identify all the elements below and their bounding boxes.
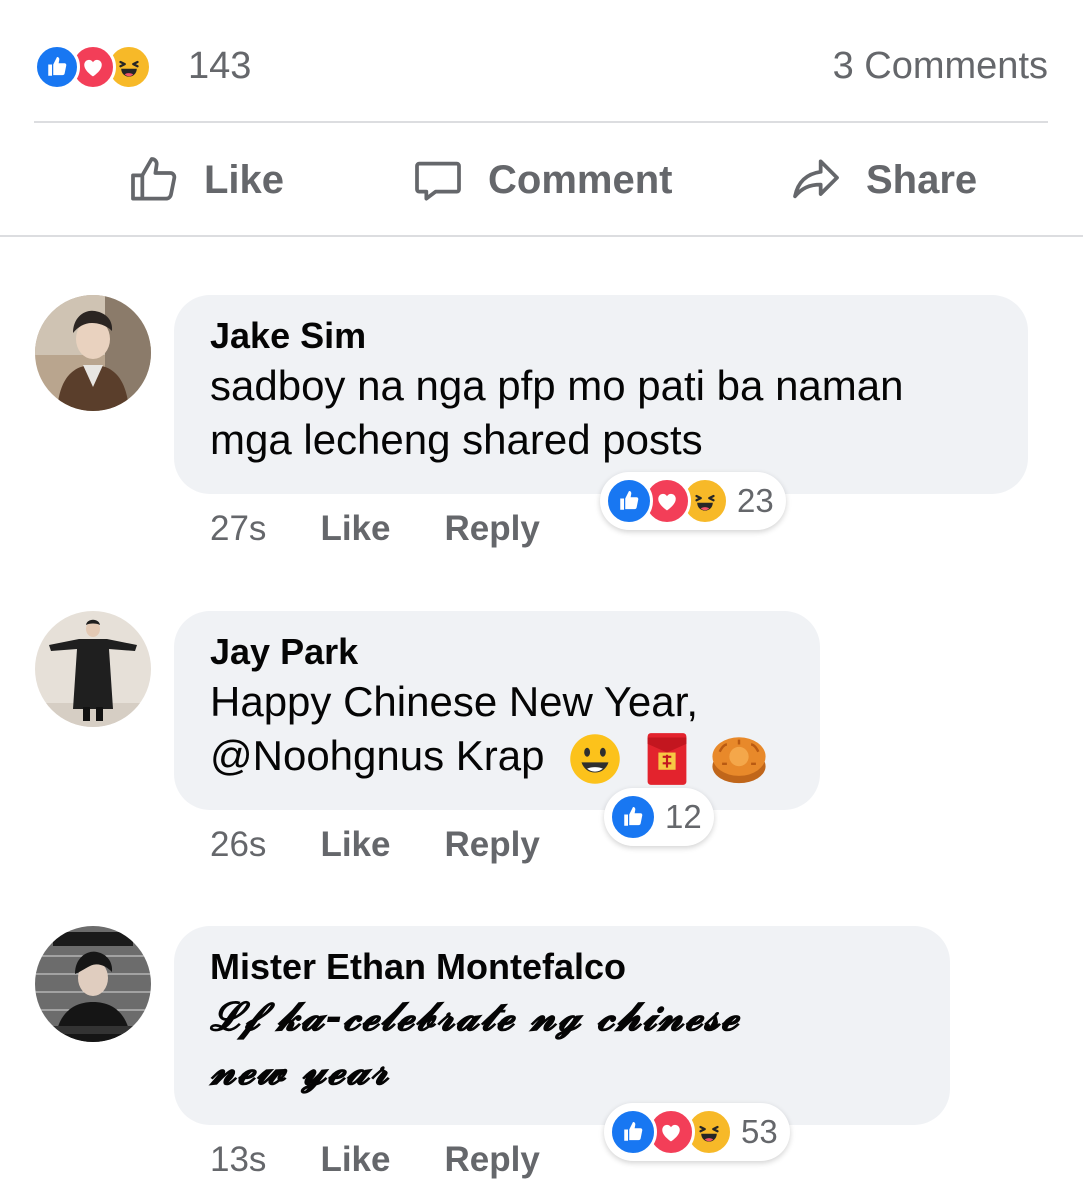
comment-author[interactable]: Jake Sim: [210, 313, 992, 359]
avatar[interactable]: [35, 926, 151, 1042]
mention-link[interactable]: @Noohgnus Krap: [210, 732, 545, 779]
reaction-count: 53: [741, 1113, 778, 1150]
share-label: Share: [866, 157, 978, 202]
reaction-count: 23: [737, 482, 774, 519]
comment-text: mga lecheng shared posts: [210, 416, 703, 463]
comment-text: Happy Chinese New Year,: [210, 678, 698, 725]
comment-label: Comment: [488, 157, 673, 202]
comment-bubble: Mister Ethan Montefalco 𝓛𝓯 𝓴𝓪-𝓬𝓮𝓵𝓮𝓫𝓻𝓪𝓽𝓮 …: [174, 926, 950, 1125]
post-reactions[interactable]: [34, 44, 152, 90]
comment-text: 𝓷𝓮𝔀 𝔂𝓮𝓪𝓻: [210, 1047, 390, 1094]
reaction-count: 12: [665, 798, 702, 835]
comment-meta: 27s Like Reply: [210, 507, 540, 551]
comment-meta: 26s Like Reply: [210, 823, 540, 867]
comment-bubble: Jay Park Happy Chinese New Year, @Noohgn…: [174, 611, 820, 810]
comment-like-button[interactable]: Like: [320, 1138, 390, 1182]
speech-bubble-icon: [415, 161, 461, 201]
like-icon: [605, 477, 653, 525]
like-icon: [609, 1108, 657, 1156]
comment-meta: 13s Like Reply: [210, 1138, 540, 1182]
divider: [34, 121, 1048, 123]
like-label: Like: [204, 157, 285, 202]
comment-reactions[interactable]: 12: [604, 788, 714, 846]
share-arrow-icon: [793, 159, 839, 199]
smiley-emoji: [570, 734, 620, 784]
comment-button[interactable]: Comment: [410, 140, 672, 220]
comments-count-link[interactable]: 3 Comments: [833, 44, 1048, 88]
like-icon: [609, 793, 657, 841]
comment-timestamp[interactable]: 13s: [210, 1138, 266, 1182]
post-summary-bar: 143 3 Comments: [34, 38, 1048, 94]
red-envelope-emoji: [647, 733, 687, 785]
comment-text-line: @Noohgnus Krap: [210, 729, 784, 787]
avatar[interactable]: [35, 295, 151, 411]
comment-like-button[interactable]: Like: [320, 507, 390, 551]
avatar[interactable]: [35, 611, 151, 727]
like-button[interactable]: Like: [126, 140, 284, 220]
thumbs-up-icon: [131, 157, 177, 201]
comment-author[interactable]: Mister Ethan Montefalco: [210, 944, 914, 990]
comment-reactions[interactable]: 23: [600, 472, 786, 530]
comment-timestamp[interactable]: 27s: [210, 507, 266, 551]
comment-like-button[interactable]: Like: [320, 823, 390, 867]
share-button[interactable]: Share: [788, 140, 977, 220]
post-action-bar: Like Comment Share: [0, 140, 1083, 220]
comment-author[interactable]: Jay Park: [210, 629, 784, 675]
reaction-count[interactable]: 143: [188, 44, 251, 88]
divider: [0, 235, 1083, 237]
comment-timestamp[interactable]: 26s: [210, 823, 266, 867]
like-icon: [34, 44, 80, 90]
comment-reactions[interactable]: 53: [604, 1103, 790, 1161]
comment-reply-button[interactable]: Reply: [444, 1138, 539, 1182]
mooncake-emoji: [711, 737, 766, 784]
comment-reply-button[interactable]: Reply: [444, 823, 539, 867]
comment-bubble: Jake Sim sadboy na nga pfp mo pati ba na…: [174, 295, 1028, 494]
comment-text: sadboy na nga pfp mo pati ba naman: [210, 362, 904, 409]
comment-text: 𝓛𝓯 𝓴𝓪-𝓬𝓮𝓵𝓮𝓫𝓻𝓪𝓽𝓮 𝓷𝓰 𝓬𝓱𝓲𝓷𝓮𝓼𝓮: [210, 993, 740, 1040]
comment-reply-button[interactable]: Reply: [444, 507, 539, 551]
